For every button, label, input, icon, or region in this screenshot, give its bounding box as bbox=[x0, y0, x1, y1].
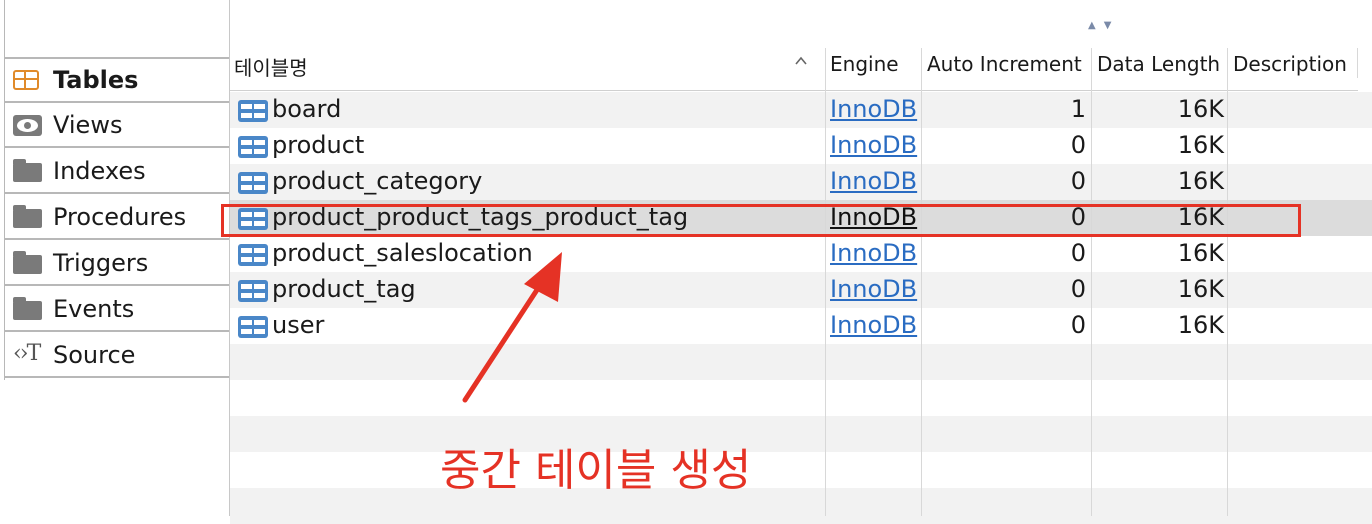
annotation-arrow-icon bbox=[462, 252, 562, 403]
engine-link[interactable]: InnoDB bbox=[830, 95, 917, 123]
sort-ascending-icon[interactable] bbox=[795, 55, 807, 67]
sidebar-item-label: Events bbox=[53, 295, 135, 323]
folder-icon bbox=[13, 251, 43, 274]
engine-link[interactable]: InnoDB bbox=[830, 239, 917, 267]
column-separator[interactable] bbox=[825, 48, 826, 516]
column-header-name[interactable]: 테이블명 bbox=[234, 52, 308, 81]
table-name: user bbox=[272, 311, 325, 339]
empty-row bbox=[230, 416, 1372, 452]
auto-increment-value: 0 bbox=[1070, 167, 1086, 195]
eye-icon bbox=[13, 115, 43, 136]
table-row[interactable]: user InnoDB 0 16K bbox=[230, 308, 1372, 344]
column-header-data-length[interactable]: Data Length bbox=[1097, 52, 1220, 76]
annotation-label: 중간 테이블 생성 bbox=[440, 445, 752, 496]
data-length-value: 16K bbox=[1177, 167, 1224, 195]
sidebar-item-label: Procedures bbox=[53, 203, 187, 231]
auto-increment-value: 0 bbox=[1070, 311, 1086, 339]
data-length-value: 16K bbox=[1177, 95, 1224, 123]
sidebar-item-views[interactable]: Views bbox=[5, 104, 229, 148]
sidebar-item-triggers[interactable]: Triggers bbox=[5, 242, 229, 286]
column-header-engine[interactable]: Engine bbox=[830, 52, 899, 76]
table-icon bbox=[238, 244, 268, 266]
column-header-auto-increment[interactable]: Auto Increment bbox=[927, 52, 1082, 76]
column-separator[interactable] bbox=[1091, 48, 1092, 516]
empty-row bbox=[230, 452, 1372, 488]
sidebar-item-label: Tables bbox=[53, 66, 139, 94]
table-icon bbox=[238, 172, 268, 194]
auto-increment-value: 0 bbox=[1070, 131, 1086, 159]
data-length-value: 16K bbox=[1177, 311, 1224, 339]
sidebar-item-indexes[interactable]: Indexes bbox=[5, 150, 229, 194]
table-header: 테이블명 Engine Auto Increment Data Length D… bbox=[230, 40, 1358, 91]
sidebar-item-tables[interactable]: Tables bbox=[5, 59, 229, 103]
table-name: product_tag bbox=[272, 275, 416, 303]
data-length-value: 16K bbox=[1177, 239, 1224, 267]
source-icon: ‹›T bbox=[13, 341, 41, 366]
table-row[interactable]: product InnoDB 0 16K bbox=[230, 128, 1372, 164]
table-row[interactable]: product_tag InnoDB 0 16K bbox=[230, 272, 1372, 308]
folder-icon bbox=[13, 297, 43, 320]
folder-icon bbox=[13, 205, 43, 228]
auto-increment-value: 0 bbox=[1070, 275, 1086, 303]
engine-link[interactable]: InnoDB bbox=[830, 311, 917, 339]
table-icon bbox=[238, 316, 268, 338]
table-name: board bbox=[272, 95, 342, 123]
empty-row bbox=[230, 380, 1372, 416]
sidebar: Tables Views Indexes Procedures Triggers… bbox=[0, 0, 230, 516]
sidebar-item-source[interactable]: ‹›T Source bbox=[5, 334, 229, 378]
table-name: product bbox=[272, 131, 365, 159]
auto-increment-value: 0 bbox=[1070, 239, 1086, 267]
sidebar-item-events[interactable]: Events bbox=[5, 288, 229, 332]
empty-row bbox=[230, 488, 1372, 524]
empty-row bbox=[230, 344, 1372, 380]
column-header-description[interactable]: Description bbox=[1233, 52, 1347, 76]
engine-link[interactable]: InnoDB bbox=[830, 131, 917, 159]
sidebar-item-label: Source bbox=[53, 341, 136, 369]
highlight-box bbox=[221, 204, 1301, 237]
table-icon bbox=[238, 280, 268, 302]
data-length-value: 16K bbox=[1177, 131, 1224, 159]
engine-link[interactable]: InnoDB bbox=[830, 275, 917, 303]
table-name: product_category bbox=[272, 167, 483, 195]
sidebar-item-procedures[interactable]: Procedures bbox=[5, 196, 229, 240]
column-separator[interactable] bbox=[1357, 48, 1358, 78]
engine-link[interactable]: InnoDB bbox=[830, 167, 917, 195]
table-icon bbox=[238, 100, 268, 122]
table-row[interactable]: board InnoDB 1 16K bbox=[230, 92, 1372, 128]
folder-icon bbox=[13, 159, 43, 182]
sidebar-item-label: Indexes bbox=[53, 157, 146, 185]
sidebar-item-label: Triggers bbox=[53, 249, 149, 277]
column-separator[interactable] bbox=[921, 48, 922, 516]
table-icon bbox=[238, 136, 268, 158]
sort-arrows-icon[interactable]: ▲▼ bbox=[1088, 20, 1119, 31]
sidebar-item-label: Views bbox=[53, 111, 123, 139]
table-icon bbox=[13, 70, 43, 90]
column-separator[interactable] bbox=[1227, 48, 1228, 516]
table-row[interactable]: product_category InnoDB 0 16K bbox=[230, 164, 1372, 200]
auto-increment-value: 1 bbox=[1070, 95, 1086, 123]
table-row[interactable]: product_saleslocation InnoDB 0 16K bbox=[230, 236, 1372, 272]
data-length-value: 16K bbox=[1177, 275, 1224, 303]
